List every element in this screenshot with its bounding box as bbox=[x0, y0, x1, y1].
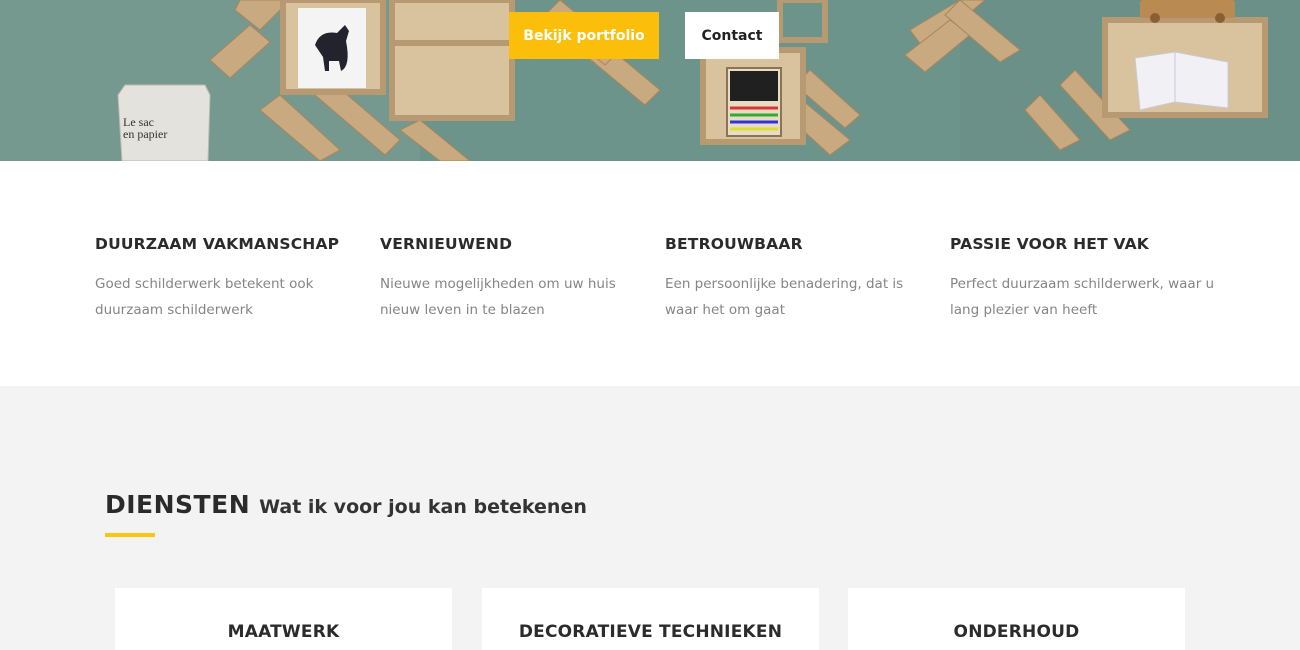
feature-title: DUURZAAM VAKMANSCHAP bbox=[95, 235, 340, 253]
feature-title: BETROUWBAAR bbox=[665, 235, 803, 253]
services-heading: DIENSTEN Wat ik voor jou kan betekenen bbox=[105, 490, 587, 519]
hero-banner: Le sac en papier Bekijk portfolio Contac… bbox=[0, 0, 1300, 161]
feature-text: Perfect duurzaam schilderwerk, waar u la… bbox=[950, 276, 1215, 318]
contact-button[interactable]: Contact bbox=[685, 12, 779, 59]
feature-text: Een persoonlijke benadering, dat is waar… bbox=[665, 276, 904, 318]
service-card-title: MAATWERK bbox=[227, 622, 340, 642]
feature-item: BETROUWBAAR Een persoonlijke benadering,… bbox=[665, 235, 930, 323]
service-card-maatwerk[interactable]: MAATWERK bbox=[115, 588, 452, 650]
feature-text: Nieuwe mogelijkheden om uw huis nieuw le… bbox=[380, 276, 616, 318]
feature-item: PASSIE VOOR HET VAK Perfect duurzaam sch… bbox=[950, 235, 1215, 323]
heading-underline bbox=[105, 533, 155, 537]
services-section: DIENSTEN Wat ik voor jou kan betekenen M… bbox=[0, 386, 1300, 650]
feature-item: DUURZAAM VAKMANSCHAP Goed schilderwerk b… bbox=[95, 235, 360, 323]
view-portfolio-button[interactable]: Bekijk portfolio bbox=[509, 12, 659, 59]
feature-text: Goed schilderwerk betekent ook duurzaam … bbox=[95, 276, 314, 318]
bag-label-2: en papier bbox=[123, 127, 167, 141]
service-card-title: DECORATIEVE TECHNIEKEN bbox=[518, 622, 783, 642]
services-title: DIENSTEN bbox=[105, 490, 251, 519]
service-card-onderhoud[interactable]: ONDERHOUD bbox=[848, 588, 1185, 650]
service-card-decoratieve-technieken[interactable]: DECORATIEVE TECHNIEKEN bbox=[482, 588, 819, 650]
features-section: DUURZAAM VAKMANSCHAP Goed schilderwerk b… bbox=[0, 161, 1300, 386]
services-subtitle: Wat ik voor jou kan betekenen bbox=[259, 496, 587, 518]
service-card-title: ONDERHOUD bbox=[953, 622, 1080, 642]
feature-title: VERNIEUWEND bbox=[380, 235, 513, 253]
feature-item: VERNIEUWEND Nieuwe mogelijkheden om uw h… bbox=[380, 235, 645, 323]
feature-title: PASSIE VOOR HET VAK bbox=[950, 235, 1150, 253]
